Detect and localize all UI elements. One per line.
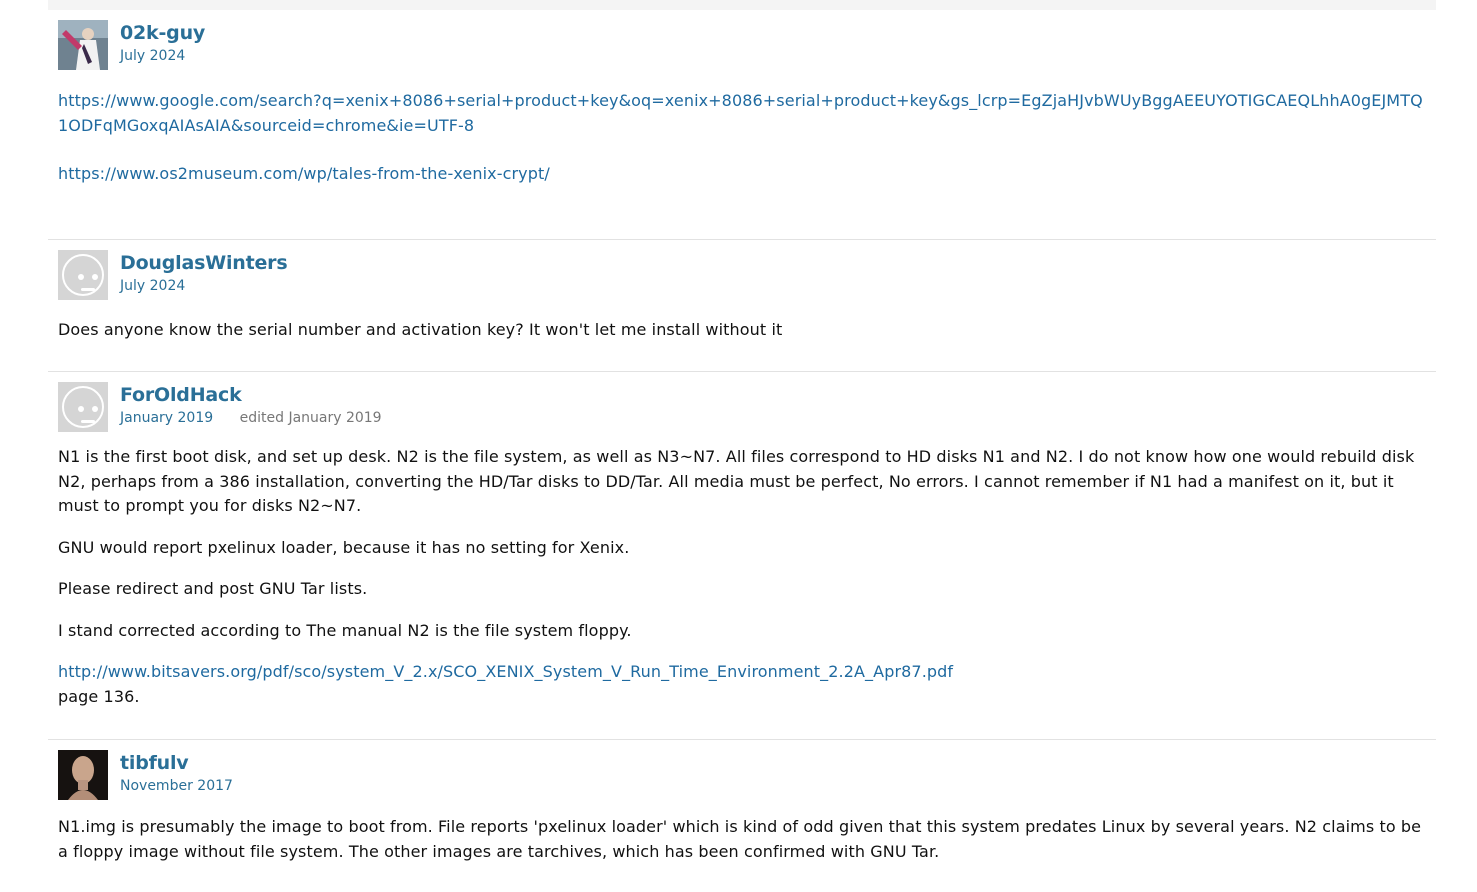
default-avatar-icon — [62, 254, 104, 296]
comment-thread: 02k-guy July 2024 https://www.google.com… — [48, 10, 1436, 881]
comment-header: tibfulv November 2017 — [58, 750, 1426, 800]
comment-paragraph: N1 is the first boot disk, and set up de… — [58, 447, 1415, 515]
os2museum-link[interactable]: https://www.os2museum.com/wp/tales-from-… — [58, 164, 550, 183]
comment-paragraph: N1.img is presumably the image to boot f… — [58, 817, 1422, 861]
avatar-bust-icon — [58, 750, 108, 800]
comment-paragraph: I stand corrected according to The manua… — [58, 620, 632, 640]
comment-paragraph: Does anyone know the serial number and a… — [58, 320, 783, 339]
comment-body: Does anyone know the serial number and a… — [58, 300, 1426, 343]
comment-meta: 02k-guy July 2024 — [120, 20, 205, 66]
author-link[interactable]: 02k-guy — [120, 21, 205, 45]
comment-paragraph: Please redirect and post GNU Tar lists. — [58, 579, 368, 598]
comment-body: N1.img is presumably the image to boot f… — [58, 800, 1426, 864]
author-link[interactable]: ForOldHack — [120, 383, 382, 407]
comment-date[interactable]: July 2024 — [120, 48, 185, 64]
comment-paragraph: page 136. — [58, 686, 140, 706]
comment-header: DouglasWinters July 2024 — [58, 250, 1426, 300]
bitsavers-pdf-link[interactable]: http://www.bitsavers.org/pdf/sco/system_… — [58, 662, 953, 681]
comment-tibfulv: tibfulv November 2017 N1.img is presumab… — [48, 740, 1436, 864]
comment-date[interactable]: January 2019 — [120, 410, 213, 426]
comment-date[interactable]: July 2024 — [120, 278, 185, 294]
top-divider-bar — [48, 0, 1436, 10]
google-search-link[interactable]: https://www.google.com/search?q=xenix+80… — [58, 91, 1423, 135]
comment-meta: tibfulv November 2017 — [120, 750, 233, 796]
comment-body: N1 is the first boot disk, and set up de… — [58, 432, 1426, 709]
author-link[interactable]: DouglasWinters — [120, 251, 288, 275]
comment-meta: DouglasWinters July 2024 — [120, 250, 288, 296]
avatar[interactable] — [58, 20, 108, 70]
comment-foroldhack: ForOldHack January 2019 edited January 2… — [48, 372, 1436, 740]
comment-paragraph: GNU would report pxelinux loader, becaus… — [58, 537, 630, 557]
default-avatar-icon — [62, 386, 104, 428]
avatar-image-icon — [58, 20, 108, 70]
comment-douglaswinters: DouglasWinters July 2024 Does anyone kno… — [48, 240, 1436, 372]
comment-02k-guy: 02k-guy July 2024 https://www.google.com… — [48, 10, 1436, 240]
avatar[interactable] — [58, 382, 108, 432]
avatar[interactable] — [58, 750, 108, 800]
comment-header: 02k-guy July 2024 — [58, 20, 1426, 70]
comment-header: ForOldHack January 2019 edited January 2… — [58, 382, 1426, 432]
author-link[interactable]: tibfulv — [120, 751, 233, 775]
comment-meta: ForOldHack January 2019 edited January 2… — [120, 382, 382, 428]
avatar[interactable] — [58, 250, 108, 300]
comment-date[interactable]: November 2017 — [120, 778, 233, 794]
comment-body: https://www.google.com/search?q=xenix+80… — [58, 70, 1426, 187]
edited-label: edited January 2019 — [239, 410, 382, 426]
